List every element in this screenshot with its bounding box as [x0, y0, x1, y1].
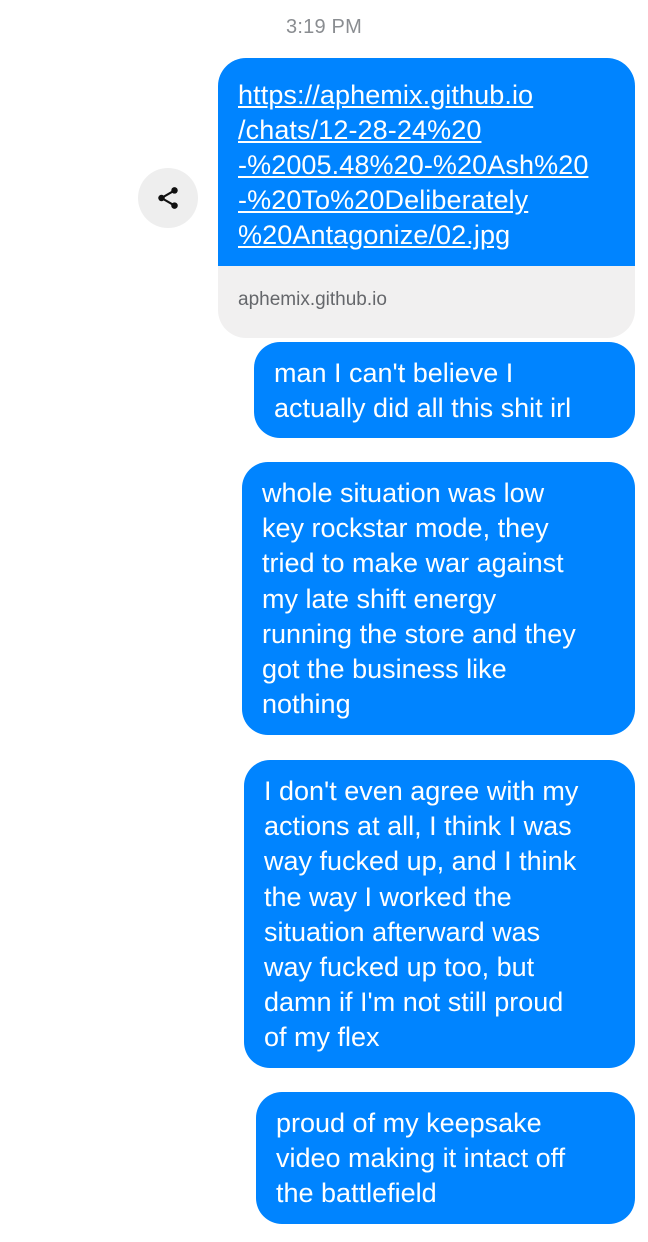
- message-bubble[interactable]: I don't even agree with my actions at al…: [244, 760, 635, 1068]
- link-preview-card[interactable]: https://aphemix.github.io /chats/12-28-2…: [218, 58, 635, 338]
- share-icon: [158, 187, 178, 209]
- link-url[interactable]: https://aphemix.github.io /chats/12-28-2…: [238, 78, 617, 253]
- message-bubble[interactable]: proud of my keepsake video making it int…: [256, 1092, 635, 1224]
- link-domain: aphemix.github.io: [238, 289, 387, 310]
- share-button[interactable]: [138, 168, 198, 228]
- link-preview-footer[interactable]: aphemix.github.io: [218, 266, 635, 338]
- message-bubble[interactable]: man I can't believe I actually did all t…: [254, 342, 635, 438]
- link-preview-url-area[interactable]: https://aphemix.github.io /chats/12-28-2…: [218, 58, 635, 266]
- message-timestamp: 3:19 PM: [286, 16, 362, 38]
- message-bubble[interactable]: whole situation was low key rockstar mod…: [242, 462, 635, 735]
